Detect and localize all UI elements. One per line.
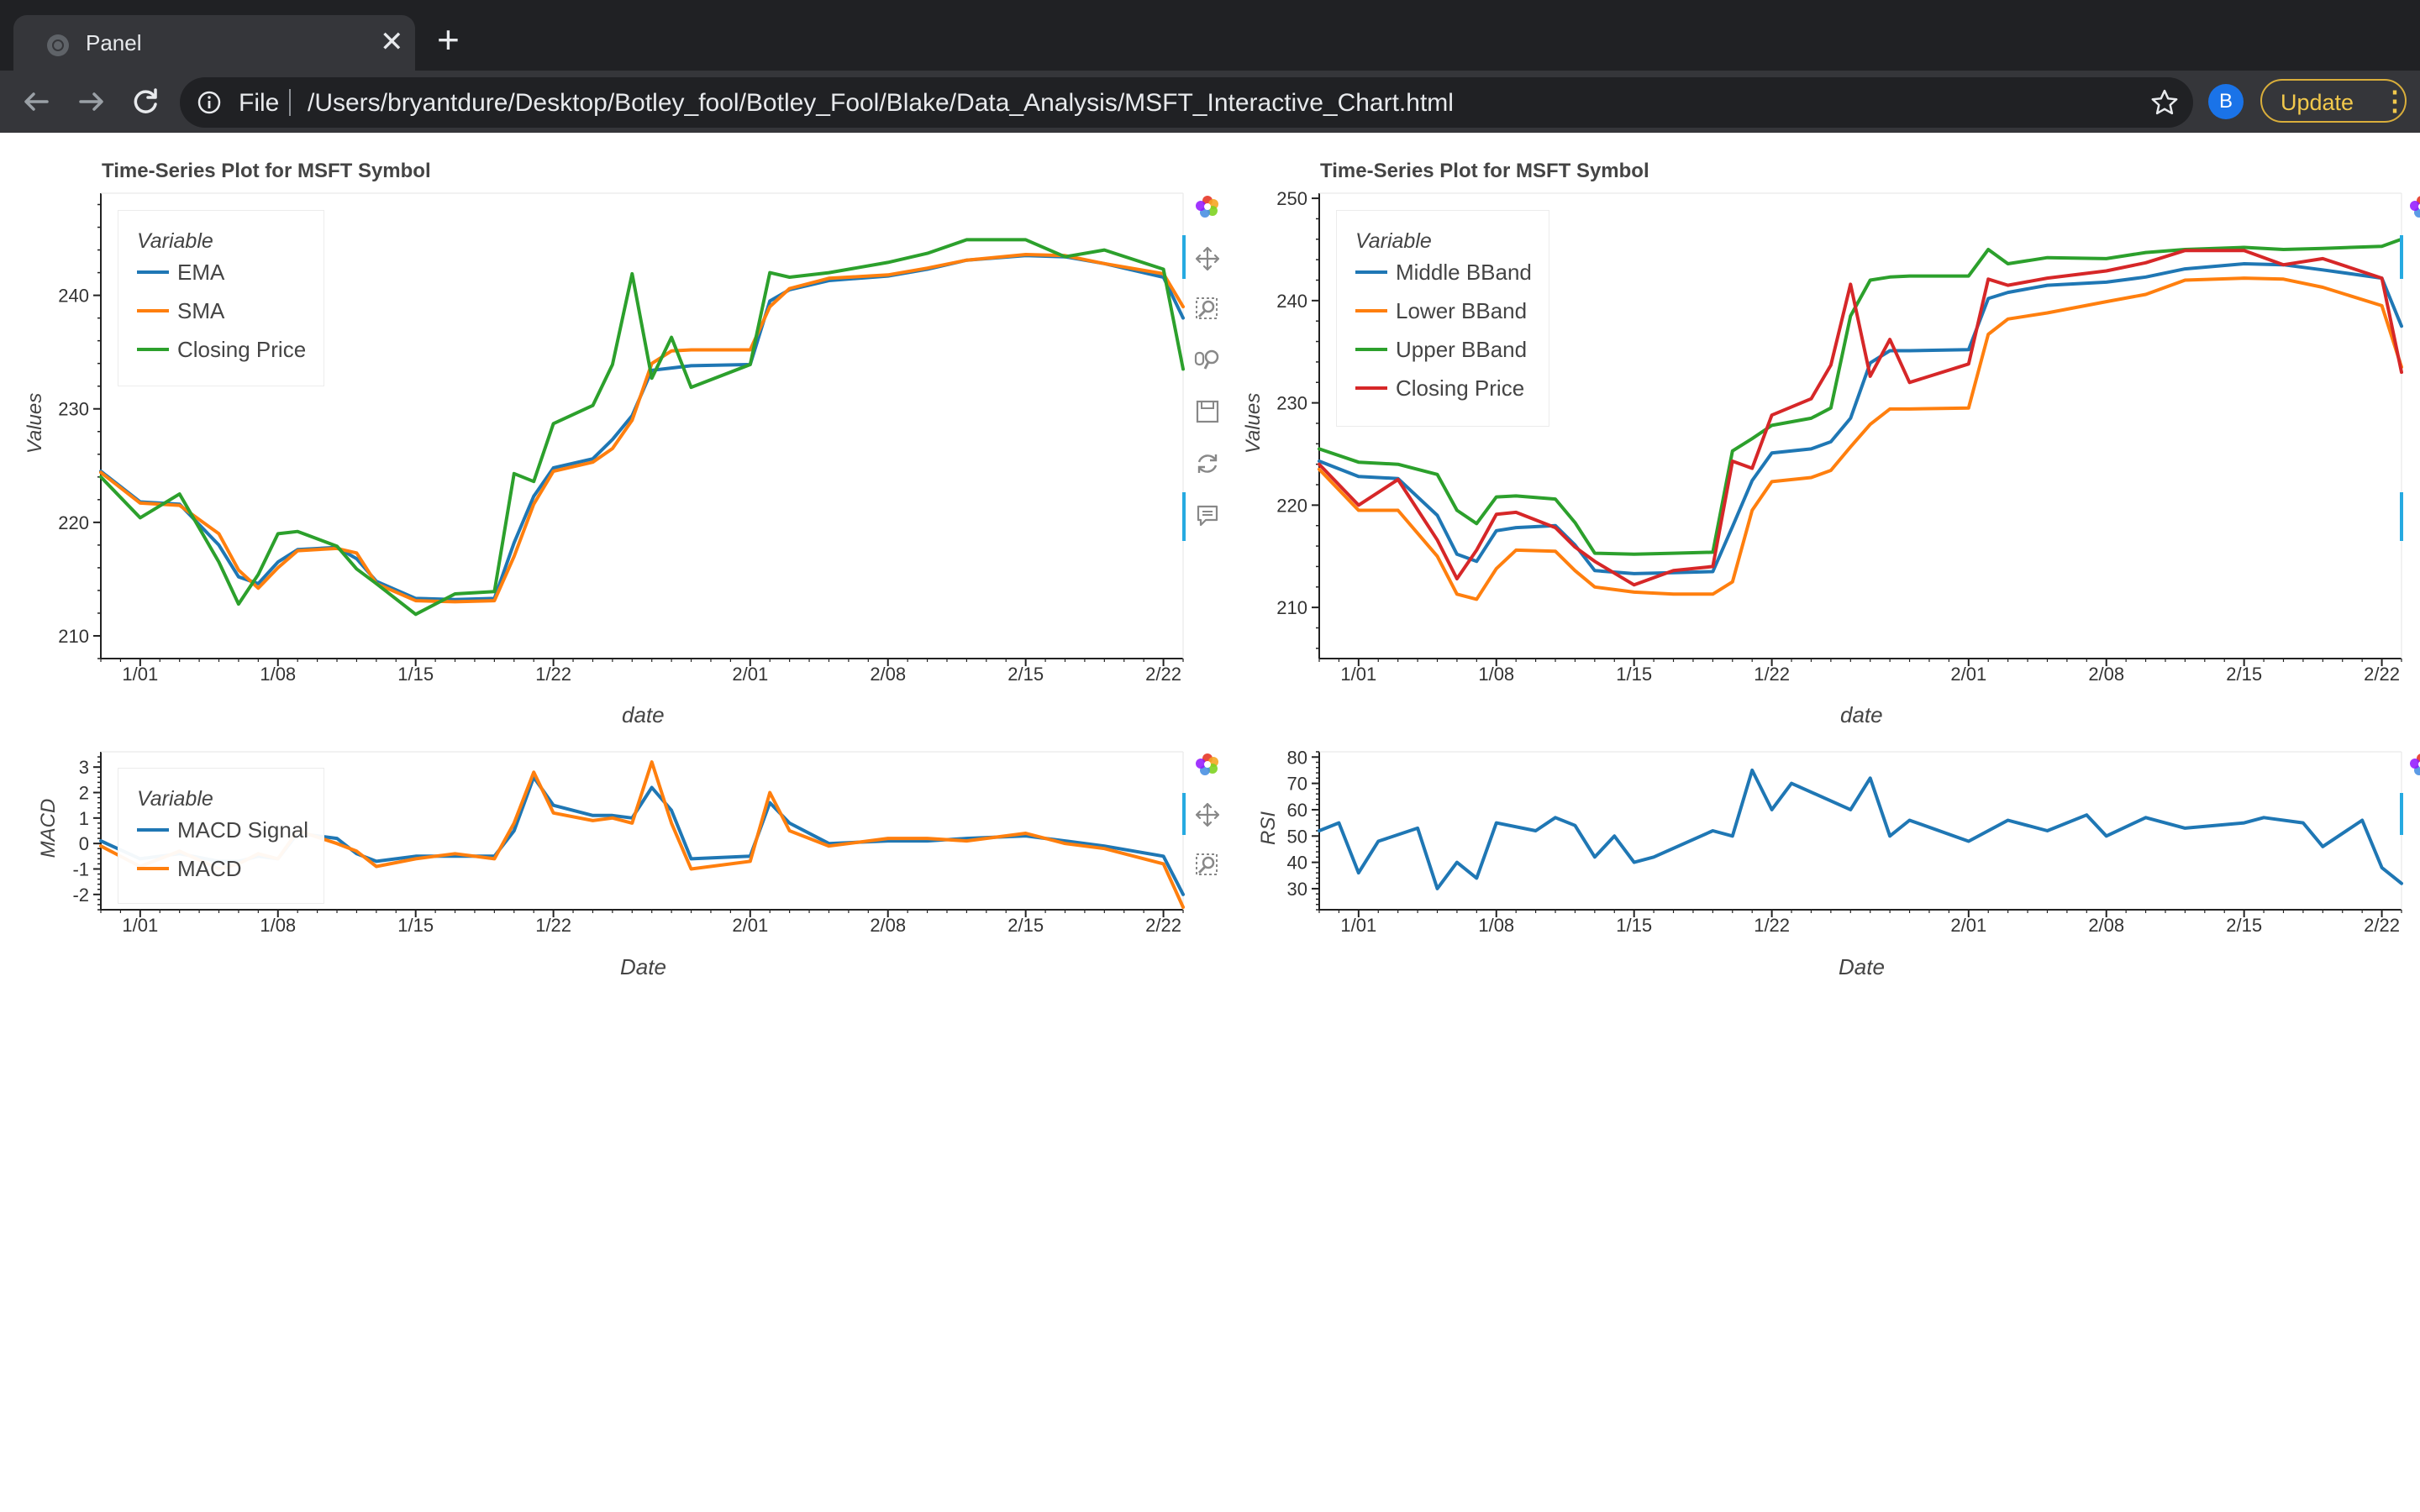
y-tick-label: 80 xyxy=(1287,747,1307,768)
info-icon[interactable] xyxy=(197,90,222,115)
active-tool-indicator xyxy=(1182,492,1186,541)
address-bar[interactable]: File /Users/bryantdure/Desktop/Botley_fo… xyxy=(180,77,2193,128)
x-tick-label: 2/22 xyxy=(2364,915,2400,936)
reset-icon[interactable] xyxy=(1194,450,1221,477)
profile-avatar[interactable]: B xyxy=(2208,84,2244,119)
pan-icon[interactable] xyxy=(1194,801,1221,828)
tab-strip: Panel ✕ + xyxy=(0,0,2420,71)
reload-icon[interactable] xyxy=(126,82,165,121)
y-tick-label: 30 xyxy=(1287,879,1307,900)
active-tool-indicator xyxy=(2400,235,2403,279)
tab-title: Panel xyxy=(86,30,142,55)
y-tick-label: 60 xyxy=(1287,800,1307,821)
y-tick-label: 70 xyxy=(1287,774,1307,795)
back-icon[interactable] xyxy=(17,82,55,121)
x-tick-label: 2/01 xyxy=(1950,915,1986,936)
wheel-zoom-icon[interactable] xyxy=(1194,346,1221,373)
active-tool-indicator xyxy=(2400,492,2403,541)
panel-content: Time-Series Plot for MSFT Symbol Values … xyxy=(0,133,2420,1512)
pan-icon[interactable] xyxy=(1194,245,1221,272)
url-separator xyxy=(289,89,291,116)
series-line-rsi xyxy=(1318,768,2403,890)
x-tick-label: 2/15 xyxy=(2226,915,2262,936)
hover-tooltip-icon[interactable] xyxy=(1194,502,1221,529)
url-text[interactable]: /Users/bryantdure/Desktop/Botley_fool/Bo… xyxy=(308,89,1454,118)
url-scheme-label: File xyxy=(239,89,280,117)
y-tick-label: 40 xyxy=(1287,853,1307,874)
bokeh-logo-icon[interactable] xyxy=(2408,751,2420,778)
active-tool-indicator xyxy=(2400,793,2403,835)
forward-icon[interactable] xyxy=(72,82,111,121)
box-zoom-icon[interactable] xyxy=(1194,296,1221,323)
bokeh-logo-icon[interactable] xyxy=(2408,193,2420,220)
close-icon[interactable]: ✕ xyxy=(380,25,404,59)
active-tool-indicator xyxy=(1182,793,1186,835)
x-tick-label: 2/08 xyxy=(2088,915,2124,936)
bokeh-logo-icon[interactable] xyxy=(1194,751,1221,778)
browser-toolbar: File /Users/bryantdure/Desktop/Botley_fo… xyxy=(0,71,2420,133)
update-button[interactable]: Update ⋮ xyxy=(2260,79,2408,123)
globe-icon xyxy=(47,34,69,56)
x-tick-label: 1/22 xyxy=(1754,915,1790,936)
active-tool-indicator xyxy=(1182,235,1186,279)
box-zoom-icon[interactable] xyxy=(1194,852,1221,879)
save-icon[interactable] xyxy=(1194,398,1221,425)
y-tick-label: 50 xyxy=(1287,826,1307,847)
more-menu-icon[interactable]: ⋮ xyxy=(2381,86,2408,116)
x-tick-label: 1/08 xyxy=(1478,915,1514,936)
x-tick-label: 1/15 xyxy=(1616,915,1652,936)
browser-tab[interactable]: Panel ✕ xyxy=(13,15,415,71)
x-tick-label: 1/01 xyxy=(1340,915,1376,936)
new-tab-button[interactable]: + xyxy=(437,18,460,60)
bookmark-star-icon[interactable] xyxy=(2149,87,2180,118)
update-label: Update xyxy=(2281,90,2354,115)
bokeh-logo-icon[interactable] xyxy=(1194,193,1221,220)
